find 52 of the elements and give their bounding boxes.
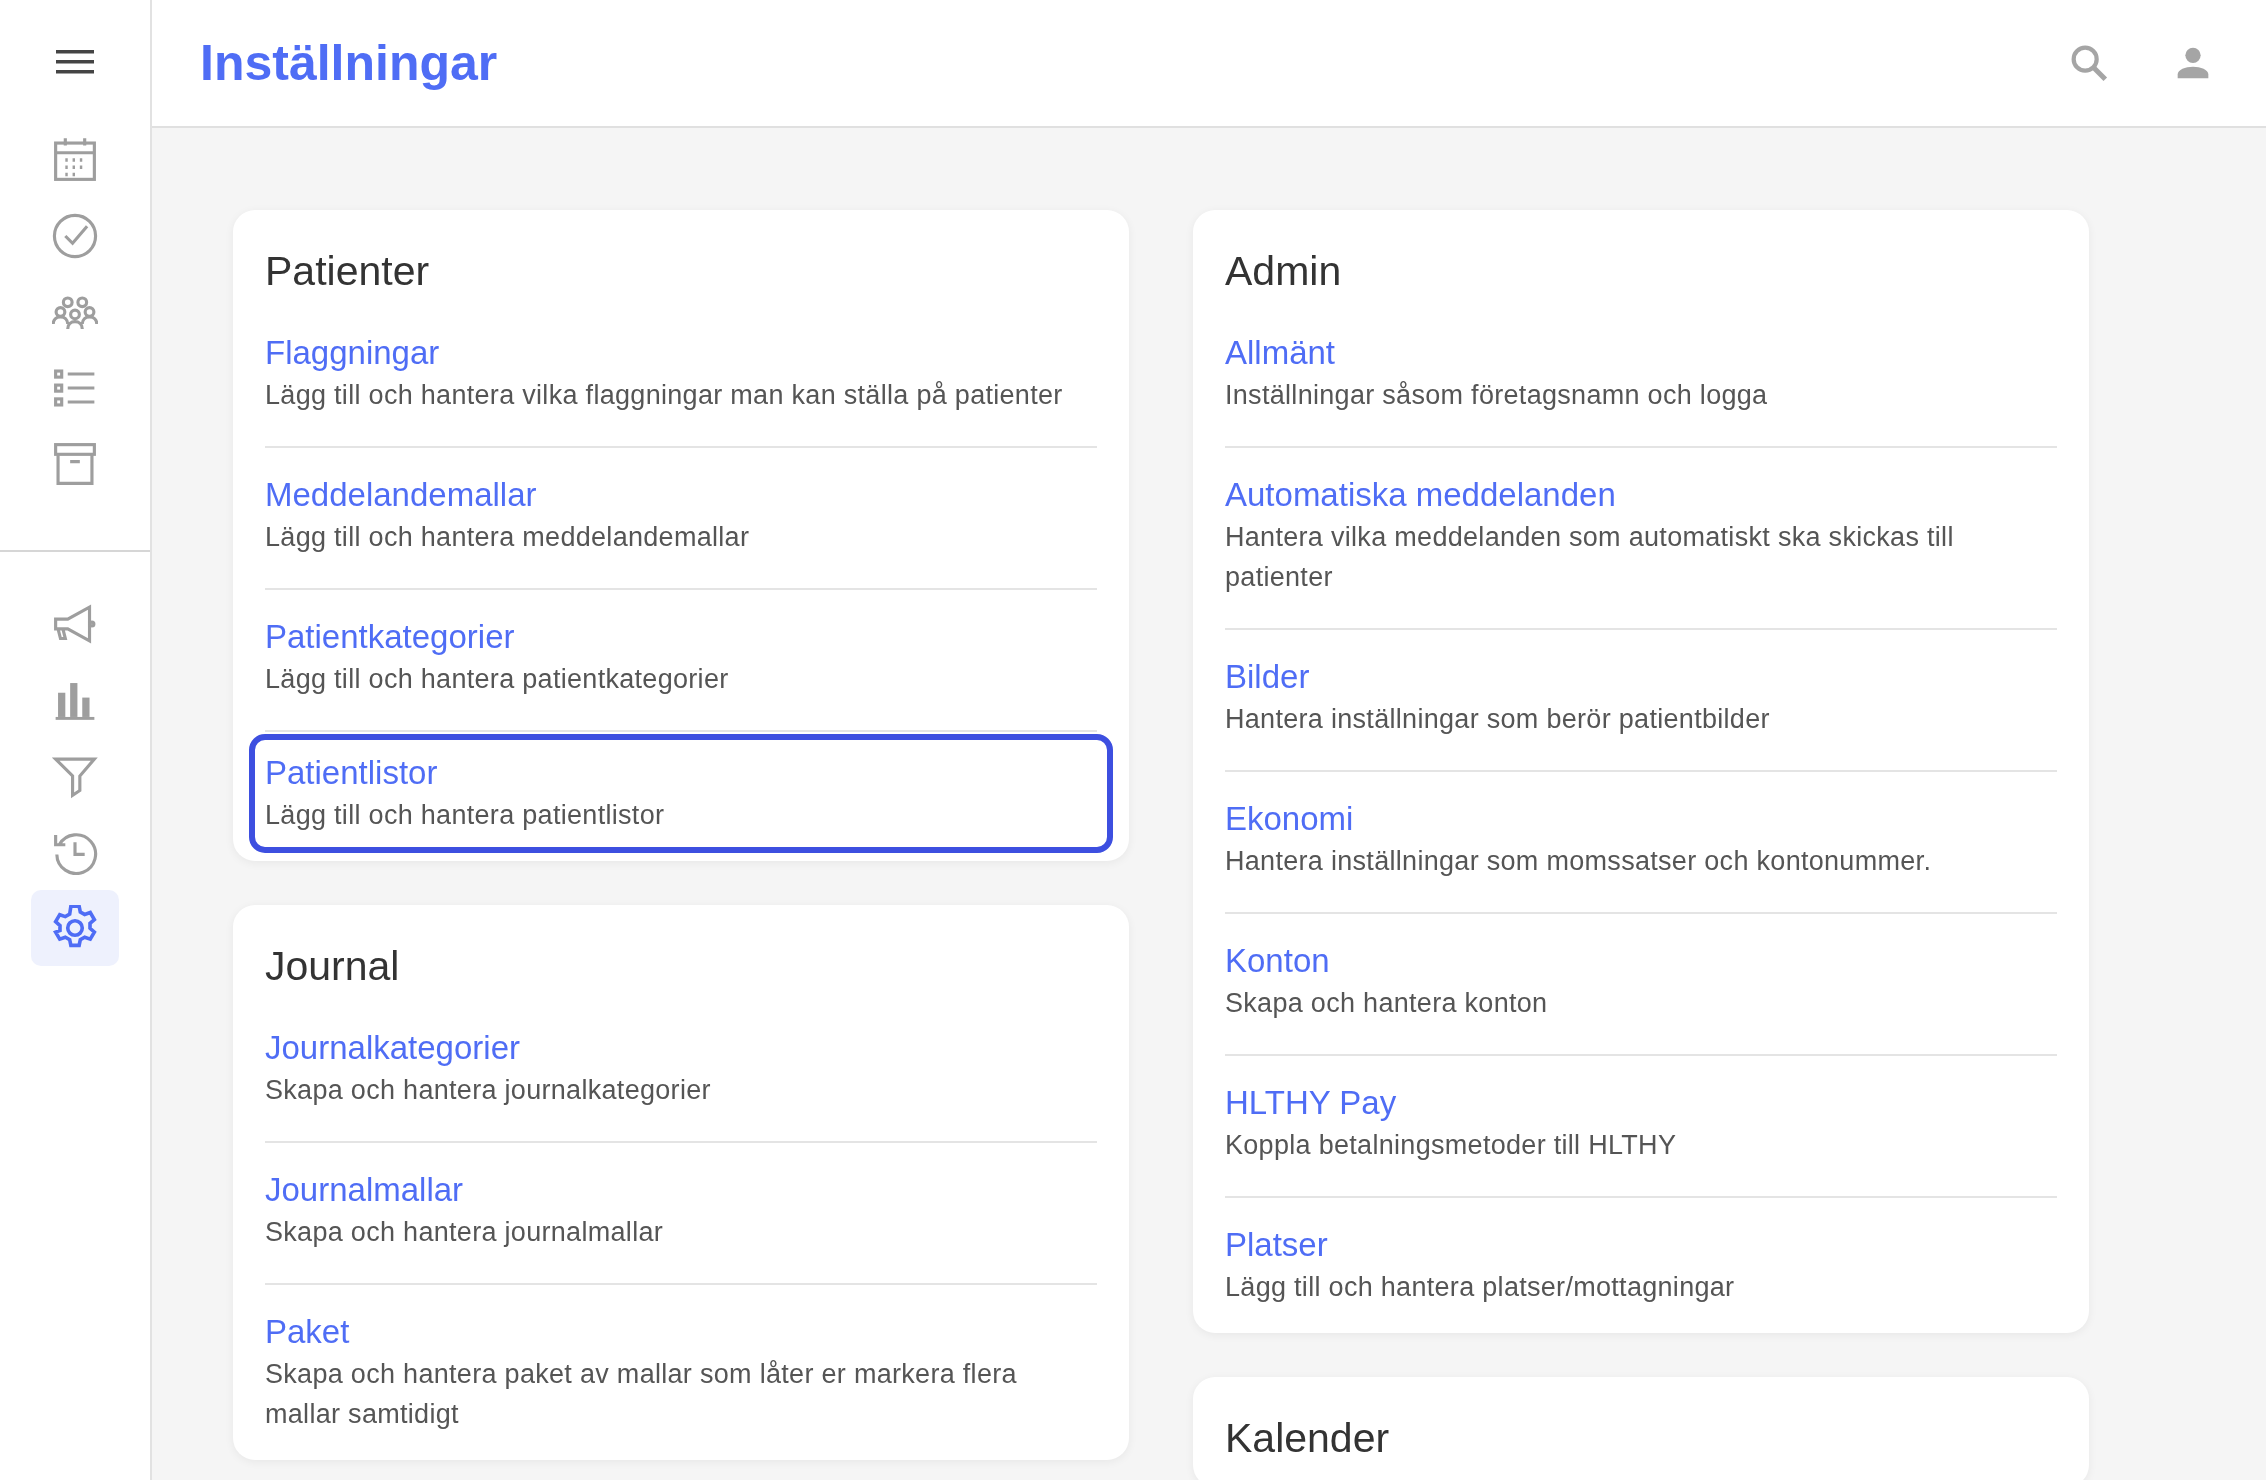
page-title: Inställningar <box>200 34 498 92</box>
settings-description: Lägg till och hantera meddelandemallar <box>265 521 751 554</box>
settings-item[interactable]: Platser Lägg till och hantera platser/mottagningar <box>1225 1198 2057 1319</box>
card-title: Admin <box>1225 247 1343 296</box>
card-title: Patienter <box>265 247 431 296</box>
settings-item[interactable]: Paket Skapa och hantera paket av mallar som låter er markera flera mallar samtidigt <box>265 1285 1097 1446</box>
settings-description: Skapa och hantera journalkategorier <box>265 1074 712 1107</box>
settings-link[interactable]: Ekonomi <box>1225 796 2057 841</box>
settings-link[interactable]: Journalmallar <box>265 1167 1097 1212</box>
settings-item[interactable]: Ekonomi Hantera inställningar som momssatser och kontonummer. <box>1225 772 2057 914</box>
settings-link[interactable]: Allmänt <box>1225 330 2057 375</box>
settings-link[interactable]: Patientlistor <box>265 750 1097 795</box>
settings-description: Lägg till och hantera platser/mottagningar <box>1225 1271 1736 1304</box>
settings-link[interactable]: Konton <box>1225 938 2057 983</box>
settings-link[interactable]: Patientkategorier <box>265 614 1097 659</box>
settings-item[interactable]: HLTHY Pay Koppla betalningsmetoder till HLTHY <box>1225 1056 2057 1198</box>
settings-link[interactable]: Flaggningar <box>265 330 1097 375</box>
settings-link[interactable]: Platser <box>1225 1222 2057 1267</box>
settings-description: Inställningar såsom företagsnamn och logga <box>1225 379 1769 412</box>
settings-description: Skapa och hantera konton <box>1225 987 1549 1020</box>
settings-item[interactable]: Meddelandemallar Lägg till och hantera meddelandemallar <box>265 448 1097 590</box>
settings-nav-item[interactable] <box>31 890 119 966</box>
settings-description: Lägg till och hantera patientlistor <box>265 799 666 832</box>
settings-link[interactable]: Meddelandemallar <box>265 472 1097 517</box>
settings-item[interactable]: Flaggningar Lägg till och hantera vilka flaggningar man kan ställa på patienter <box>265 306 1097 448</box>
settings-description: Koppla betalningsmetoder till HLTHY <box>1225 1129 1678 1162</box>
settings-item[interactable]: Automatiska meddelanden Hantera vilka meddelanden som automatiskt ska skickas till patienter <box>1225 448 2057 630</box>
settings-item[interactable]: Patientlistor Lägg till och hantera patientlistor <box>255 740 1107 847</box>
check-circle-icon <box>52 213 98 259</box>
settings-link[interactable]: Automatiska meddelanden <box>1225 472 2057 517</box>
card-title: Kalender <box>1225 1414 1391 1463</box>
settings-item[interactable]: Journalmallar Skapa och hantera journalmallar <box>265 1143 1097 1285</box>
settings-description: Hantera inställningar som momssatser och kontonummer. <box>1225 845 1933 878</box>
settings-description: Lägg till och hantera patientkategorier <box>265 663 730 696</box>
card-title: Journal <box>265 942 401 991</box>
archive-box-icon <box>52 441 98 487</box>
settings-link[interactable]: HLTHY Pay <box>1225 1080 2057 1125</box>
settings-description: Skapa och hantera journalmallar <box>265 1216 665 1249</box>
settings-item[interactable]: Patientkategorier Lägg till och hantera patientkategorier <box>265 590 1097 732</box>
settings-description: Skapa och hantera paket av mallar som låter er markera flera mallar samtidigt <box>265 1358 1018 1431</box>
settings-description: Hantera vilka meddelanden som automatiskt ska skickas till patienter <box>1225 521 1955 594</box>
settings-description: Lägg till och hantera vilka flaggningar man kan ställa på patienter <box>265 379 1064 412</box>
settings-link[interactable]: Journalkategorier <box>265 1025 1097 1070</box>
settings-item[interactable]: Allmänt Inställningar såsom företagsnamn och logga <box>1225 306 2057 448</box>
settings-item[interactable]: Journalkategorier Skapa och hantera journalkategorier <box>265 1001 1097 1143</box>
menu-icon <box>56 48 94 76</box>
settings-item[interactable]: Bilder Hantera inställningar som berör patientbilder <box>1225 630 2057 772</box>
settings-item[interactable]: Konton Skapa och hantera konton <box>1225 914 2057 1056</box>
settings-link[interactable]: Bilder <box>1225 654 2057 699</box>
settings-link[interactable]: Paket <box>265 1309 1097 1354</box>
calendar-icon <box>52 137 98 183</box>
settings-description: Hantera inställningar som berör patientbilder <box>1225 703 1771 736</box>
